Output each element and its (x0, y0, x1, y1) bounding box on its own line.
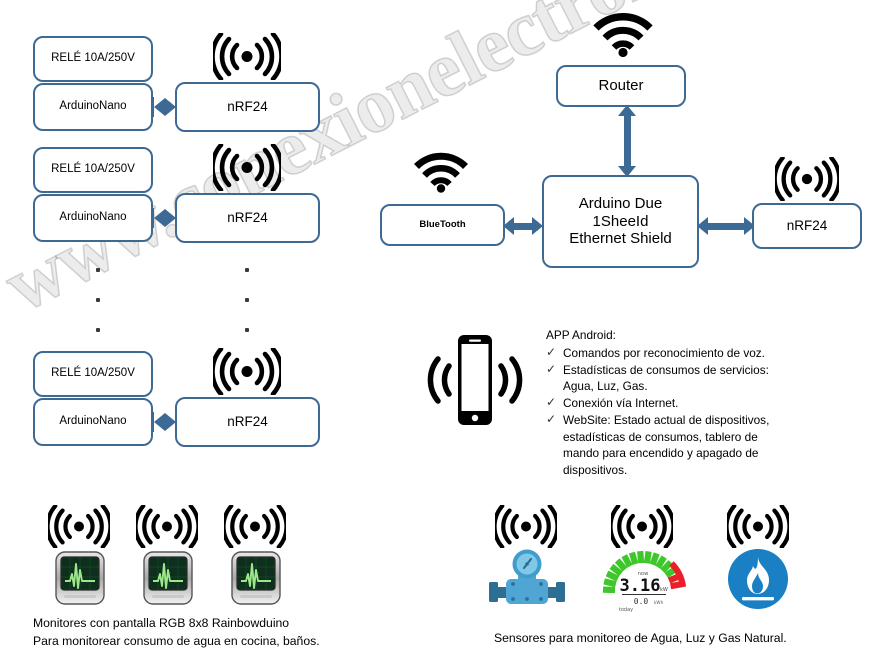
router-box[interactable]: Router (556, 65, 686, 107)
rf-antenna-icon-monitor-1 (45, 503, 113, 550)
check-icon-2: ✓ (546, 361, 557, 376)
relay-box-3[interactable]: RELÉ 10A/250V (33, 351, 153, 397)
monitors-caption: Monitores con pantalla RGB 8x8 Rainbowdu… (33, 616, 320, 648)
nrf24-label-2: nRF24 (227, 210, 268, 226)
nrf24-label-hub: nRF24 (786, 218, 828, 234)
diagram-canvas: www.conexionelectronica.com RELÉ 10A/250… (0, 0, 877, 662)
app-feature-item-2: ✓ Estadísticas de consumos de servicios:… (546, 362, 796, 396)
water-valve-sensor-icon (487, 548, 567, 610)
app-feature-item-1: ✓ Comandos por reconocimiento de voz. (546, 345, 796, 362)
dot (245, 328, 249, 332)
dot (96, 298, 100, 302)
ellipsis-dots-right (245, 268, 249, 358)
nrf24-box-hub[interactable]: nRF24 (752, 203, 862, 249)
rf-antenna-icon-3 (210, 346, 284, 397)
rf-antenna-icon-sensor-energy (608, 503, 676, 550)
nrf24-box-1[interactable]: nRF24 (175, 82, 320, 132)
check-icon-4: ✓ (546, 411, 557, 426)
app-feature-text-2: Estadísticas de consumos de servicios: A… (563, 362, 769, 394)
check-icon-3: ✓ (546, 395, 557, 409)
smartphone-icon (420, 330, 530, 430)
gas-flame-icon (725, 548, 791, 610)
arrow-bar-router (623, 116, 631, 166)
nrf24-box-2[interactable]: nRF24 (175, 193, 320, 243)
sensors-caption: Sensores para monitoreo de Agua, Luz y G… (494, 631, 787, 645)
dot (96, 328, 100, 332)
link-arrow-hub-nrf24 (697, 216, 755, 236)
nrf24-label-3: nRF24 (227, 414, 268, 430)
wifi-icon-bluetooth (413, 152, 469, 193)
meter-today-label: today (619, 607, 633, 613)
arrow-head-left-2 (154, 209, 165, 227)
hub-label-line-3: Ethernet Shield (569, 230, 672, 248)
arduino-nano-label-1: ArduinoNano (59, 100, 127, 113)
arduino-nano-label-3: ArduinoNano (59, 415, 127, 428)
meter-unit: kW (660, 587, 668, 593)
link-arrow-router-hub (617, 105, 637, 177)
rf-antenna-icon-2 (210, 142, 284, 193)
app-feature-item-3: ✓ Conexión vía Internet. (546, 395, 796, 412)
arduino-nano-label-2: ArduinoNano (59, 211, 127, 224)
rf-antenna-icon-sensor-gas (724, 503, 792, 550)
app-feature-list: ✓ Comandos por reconocimiento de voz. ✓ … (546, 345, 796, 479)
arrow-head-left-1 (154, 98, 165, 116)
router-label: Router (598, 77, 644, 95)
rf-antenna-icon-monitor-3 (221, 503, 289, 550)
relay-box-1[interactable]: RELÉ 10A/250V (33, 36, 153, 82)
meter-today-value: 0.0 (634, 597, 649, 606)
nrf24-box-3[interactable]: nRF24 (175, 397, 320, 447)
arduino-nano-box-3[interactable]: ArduinoNano (33, 398, 153, 446)
dot (245, 298, 249, 302)
bluetooth-label: BlueTooth (419, 219, 466, 231)
app-feature-item-4: ✓ WebSite: Estado actual de dispositivos… (546, 412, 796, 479)
arrow-bar-hub-nrf (708, 222, 744, 230)
arrow-bar-bt (514, 222, 532, 230)
arduino-nano-box-2[interactable]: ArduinoNano (33, 194, 153, 242)
nrf24-label-1: nRF24 (227, 99, 268, 115)
app-feature-text-3: Conexión vía Internet. (563, 396, 679, 410)
ellipsis-dots-left (96, 268, 100, 358)
dot (245, 268, 249, 272)
wifi-icon-router (592, 12, 654, 58)
hub-label-line-2: 1SheeId (592, 212, 649, 230)
rgb-monitor-icon-2 (143, 551, 193, 605)
app-feature-text-4: WebSite: Estado actual de dispositivos, … (563, 412, 770, 477)
rgb-monitor-icon-1 (55, 551, 105, 605)
bluetooth-box[interactable]: BlueTooth (380, 204, 505, 246)
relay-label-1: RELÉ 10A/250V (51, 52, 135, 65)
arduino-nano-box-1[interactable]: ArduinoNano (33, 83, 153, 131)
meter-value: 3.16 (620, 576, 661, 596)
energy-meter-icon: now 3.16 kW 0.0 kWh today (600, 547, 687, 613)
dot (96, 268, 100, 272)
rgb-monitor-icon-3 (231, 551, 281, 605)
relay-box-2[interactable]: RELÉ 10A/250V (33, 147, 153, 193)
link-arrow-bluetooth-hub (503, 216, 543, 236)
arduino-due-hub-box[interactable]: Arduino Due 1SheeId Ethernet Shield (542, 175, 699, 268)
check-icon-1: ✓ (546, 344, 557, 359)
hub-label-line-1: Arduino Due (578, 194, 663, 212)
rf-antenna-icon-hub (772, 155, 842, 203)
relay-label-2: RELÉ 10A/250V (51, 163, 135, 176)
app-android-heading: APP Android: (546, 328, 616, 342)
rf-antenna-icon-sensor-water (492, 503, 560, 550)
rf-antenna-icon-1 (210, 31, 284, 82)
app-android-textblock: APP Android: ✓ Comandos por reconocimien… (546, 327, 796, 479)
rf-antenna-icon-monitor-2 (133, 503, 201, 550)
relay-label-3: RELÉ 10A/250V (51, 367, 135, 380)
arrow-head-left-3 (154, 413, 165, 431)
meter-today-unit: kWh (654, 600, 664, 605)
app-feature-text-1: Comandos por reconocimiento de voz. (563, 345, 765, 360)
